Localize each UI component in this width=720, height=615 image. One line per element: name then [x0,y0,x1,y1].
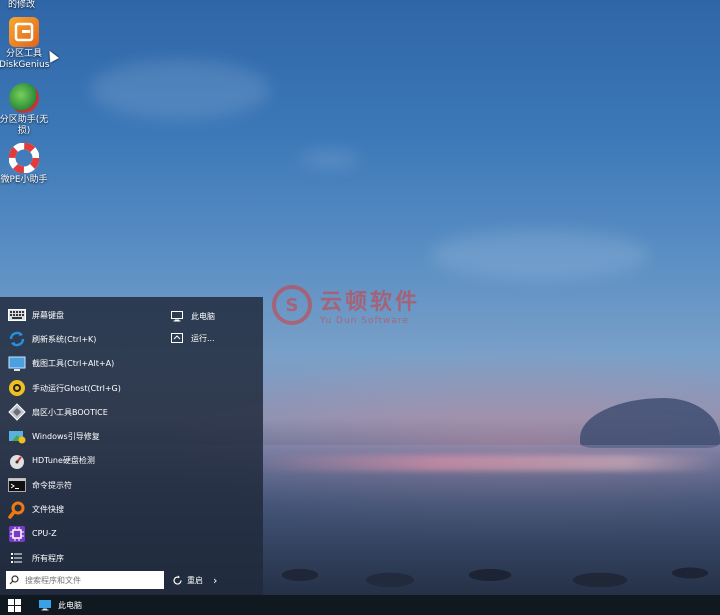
restart-icon [172,575,183,586]
diskgenius-icon [9,17,39,47]
desktop-icon-label: 微PE小助手 [0,175,48,185]
menu-item-bootice[interactable]: 扇区小工具BOOTICE [0,400,165,424]
menu-item-all-programs[interactable]: 所有程序 [0,546,165,570]
menu-item-onscreen-keyboard[interactable]: 屏幕键盘 [0,303,165,327]
menu-item-refresh-system[interactable]: 刷新系统(Ctrl+K) [0,327,165,351]
computer-icon [38,599,52,611]
shortcut-run[interactable]: 运行... [170,327,215,349]
ghost-icon [8,379,26,397]
menu-item-ghost[interactable]: 手动运行Ghost(Ctrl+G) [0,376,165,400]
file-search-icon [8,501,26,519]
cpuz-icon [8,525,26,543]
taskbar: 此电脑 [0,595,720,615]
watermark-subtitle: Yu Dun Software [320,316,409,326]
wallpaper-cloud [90,60,270,120]
windows-logo-icon [7,598,21,612]
partition-assistant-icon [9,83,39,113]
desktop-icon-diskgenius[interactable]: 分区工具 DiskGenius [0,17,49,71]
menu-item-label: Windows引导修复 [32,432,100,442]
menu-item-label: 扇区小工具BOOTICE [32,407,108,417]
menu-item-cmd[interactable]: 命令提示符 [0,473,165,497]
watermark-logo-icon: S [272,285,312,325]
desktop-icon-label: 分区工具 [5,49,42,59]
desktop-partial-label: 的修改 [8,0,36,10]
desktop-icon-partition-assistant[interactable]: 分区助手(无 损) [0,83,49,137]
menu-item-label: CPU-Z [32,529,57,539]
list-icon [8,549,26,567]
menu-item-label: 手动运行Ghost(Ctrl+G) [32,383,121,393]
menu-item-hdtune[interactable]: HDTune硬盘检测 [0,449,165,473]
start-menu-shortcuts: 此电脑 运行... [170,305,215,349]
desktop-icon-label: DiskGenius [0,60,50,70]
hdtune-icon [8,452,26,470]
wallpaper-island [580,398,720,448]
wallpaper-rocks [260,555,720,595]
cmd-icon [8,476,26,494]
refresh-icon [8,330,26,348]
boot-repair-icon [8,428,26,446]
menu-item-label: 命令提示符 [32,480,72,490]
screenshot-icon [8,355,26,373]
watermark: S 云顿软件 Yu Dun Software [272,284,420,326]
menu-item-file-search[interactable]: 文件快搜 [0,497,165,521]
menu-item-label: 刷新系统(Ctrl+K) [32,334,97,344]
run-icon [170,332,184,344]
menu-item-cpuz[interactable]: CPU-Z [0,522,165,546]
start-menu: 屏幕键盘 刷新系统(Ctrl+K) 截图工具(Ctrl+Alt+A) 手动运行G… [0,297,263,595]
restart-button[interactable]: 重启 › [172,571,217,589]
menu-item-boot-repair[interactable]: Windows引导修复 [0,424,165,448]
menu-item-label: 文件快搜 [32,505,64,515]
search-input[interactable] [22,575,158,585]
bootice-icon [8,403,26,422]
search-icon [6,575,22,585]
lifebuoy-icon [8,142,40,174]
wallpaper-cloud [430,230,650,280]
start-search-box[interactable] [6,571,164,589]
watermark-title: 云顿软件 [320,290,421,315]
start-button[interactable] [0,595,28,615]
wallpaper-horizon [250,455,720,471]
desktop-icon-label: 分区助手(无 [0,115,49,125]
chevron-right-icon[interactable]: › [213,574,217,587]
menu-item-label: 屏幕键盘 [32,310,64,320]
taskbar-item-label: 此电脑 [58,600,82,610]
shortcut-label: 此电脑 [191,311,215,321]
menu-item-label: 截图工具(Ctrl+Alt+A) [32,359,115,369]
restart-label: 重启 [187,575,203,585]
menu-item-screenshot-tool[interactable]: 截图工具(Ctrl+Alt+A) [0,352,165,376]
taskbar-item-this-pc[interactable]: 此电脑 [38,599,82,611]
start-menu-programs: 屏幕键盘 刷新系统(Ctrl+K) 截图工具(Ctrl+Alt+A) 手动运行G… [0,303,165,570]
wallpaper-cloud [300,150,360,168]
menu-item-label: HDTune硬盘检测 [32,456,95,466]
keyboard-icon [8,306,26,324]
desktop-icon-wepe-helper[interactable]: 微PE小助手 [0,142,49,186]
shortcut-label: 运行... [191,333,215,343]
shortcut-this-pc[interactable]: 此电脑 [170,305,215,327]
desktop-icon-label: 损) [17,126,31,136]
menu-item-label: 所有程序 [32,553,64,563]
computer-icon [170,310,184,322]
